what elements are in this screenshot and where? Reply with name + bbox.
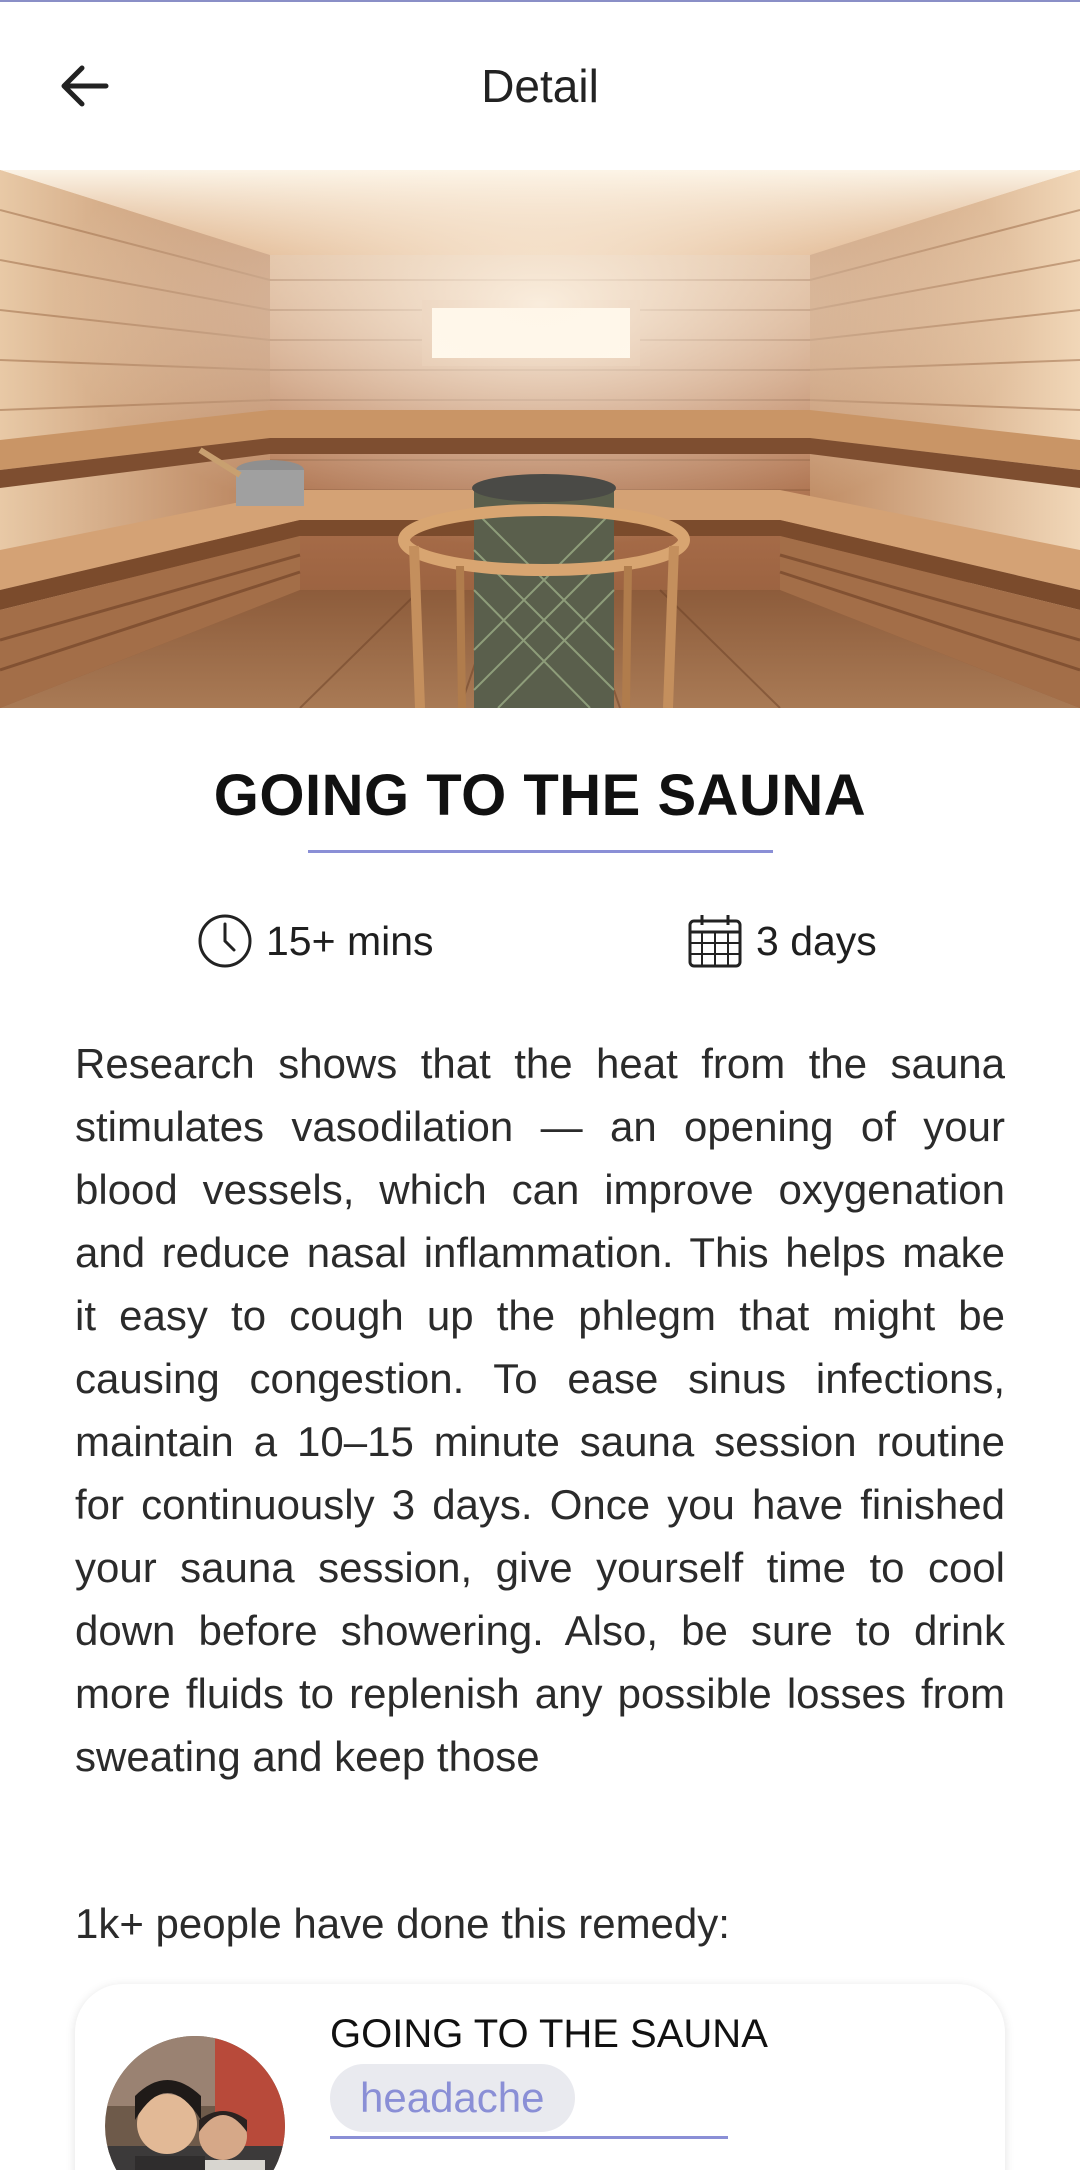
days-info: 3 days <box>686 910 877 972</box>
title-underline <box>308 850 773 853</box>
arrow-left-icon <box>61 65 109 107</box>
duration-info: 15+ mins <box>196 910 434 972</box>
clock-icon <box>198 914 252 968</box>
tag-underline <box>330 2136 728 2139</box>
remedy-title: GOING TO THE SAUNA <box>213 763 867 828</box>
calendar-icon <box>688 915 742 968</box>
duration-label: 15+ mins <box>266 917 434 964</box>
remedy-user-card[interactable]: GOING TO THE SAUNA headache <box>75 1984 1005 2170</box>
remedy-description: Research shows that the heat from the sa… <box>75 1040 1005 1780</box>
tag-chip[interactable]: headache <box>330 2064 575 2132</box>
app-bar: Detail <box>0 2 1080 170</box>
card-title: GOING TO THE SAUNA <box>330 2012 768 2056</box>
page-title: Detail <box>481 60 599 112</box>
avatar <box>105 2036 285 2170</box>
hero-image-sauna <box>0 170 1080 708</box>
back-button[interactable] <box>40 42 128 130</box>
people-count-label: 1k+ people have done this remedy: <box>75 1900 730 1947</box>
days-label: 3 days <box>756 917 877 964</box>
